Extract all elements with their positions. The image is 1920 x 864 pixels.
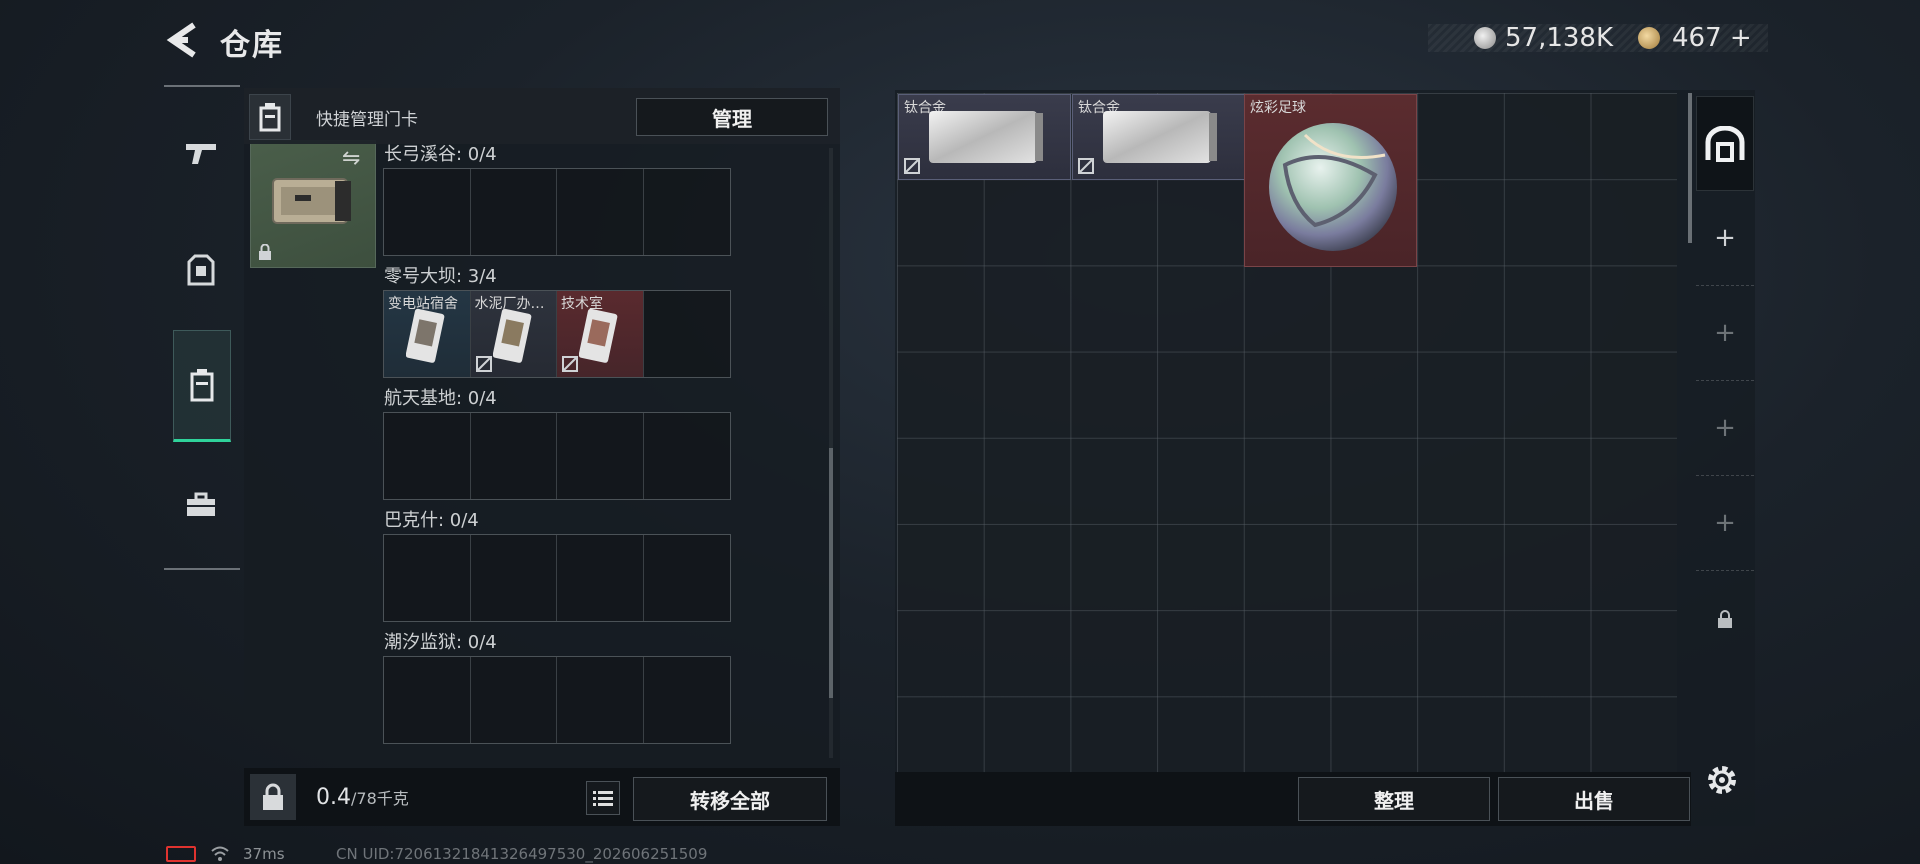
- toolbox-icon: [187, 492, 215, 516]
- rail-tab-armor[interactable]: [172, 220, 230, 320]
- container-lock-button[interactable]: [250, 774, 296, 820]
- battery-icon: [166, 846, 196, 862]
- keycard-icon: [579, 308, 618, 363]
- locked-stash-page[interactable]: [1696, 571, 1754, 666]
- stash-item-titanium[interactable]: 钛合金: [1072, 94, 1245, 180]
- card-slot[interactable]: [557, 413, 644, 499]
- add-stash-page-icon[interactable]: +: [1696, 191, 1754, 286]
- no-bind-icon: [562, 356, 578, 372]
- card-slot[interactable]: [384, 169, 471, 255]
- card-slot[interactable]: [644, 535, 731, 621]
- section-label-lingha: 零号大坝: 3/4: [384, 266, 497, 287]
- stash-scrollbar-thumb[interactable]: [1688, 93, 1692, 243]
- keycard-holder-icon: [249, 94, 291, 140]
- card-slot[interactable]: [557, 657, 644, 743]
- no-bind-icon: [904, 158, 920, 174]
- slot-row-hangtian: [383, 412, 731, 500]
- pistol-icon: [186, 144, 216, 164]
- card-slot[interactable]: [471, 413, 557, 499]
- currency2-value[interactable]: 467 +: [1672, 23, 1752, 53]
- slot-row-bakeshi: [383, 534, 731, 622]
- card-slot[interactable]: [557, 535, 644, 621]
- keycard-item[interactable]: 变电站宿舍: [384, 291, 471, 377]
- lock-icon: [263, 783, 283, 810]
- football-icon: [1269, 123, 1397, 251]
- manage-button[interactable]: 管理: [636, 98, 828, 136]
- back-arrow-icon[interactable]: [166, 22, 200, 58]
- card-slot[interactable]: [384, 413, 471, 499]
- card-slot[interactable]: [471, 169, 557, 255]
- vault-icon: [1705, 125, 1745, 162]
- lock-icon: [1718, 609, 1732, 628]
- titanium-plate-icon: [1103, 111, 1217, 163]
- add-stash-page-icon[interactable]: +: [1696, 381, 1754, 476]
- card-slot[interactable]: [471, 535, 557, 621]
- settings-gear-icon[interactable]: [1702, 760, 1742, 800]
- slot-row-lingha: 变电站宿舍 水泥厂办… 技术室: [383, 290, 731, 378]
- slot-row-chaoxi: [383, 656, 731, 744]
- weight-max: /78千克: [351, 789, 409, 808]
- page-title: 仓库: [220, 28, 284, 63]
- card-slot[interactable]: [644, 657, 731, 743]
- rail-tab-keycards[interactable]: [173, 330, 231, 442]
- slot-row-changgong: [383, 168, 731, 256]
- card-slot[interactable]: [644, 169, 731, 255]
- card-slot[interactable]: [644, 291, 731, 377]
- coin-icon: [1474, 27, 1496, 49]
- no-bind-icon: [475, 356, 492, 372]
- section-label-hangtian: 航天基地: 0/4: [384, 388, 497, 409]
- premium-coin-icon: [1638, 27, 1660, 49]
- sell-button[interactable]: 出售: [1498, 777, 1690, 821]
- section-label-bakeshi: 巴克什: 0/4: [384, 510, 479, 531]
- keycard-icon: [406, 308, 445, 363]
- quick-manage-label: 快捷管理门卡: [316, 110, 418, 130]
- card-slot[interactable]: [384, 535, 471, 621]
- titanium-plate-icon: [929, 111, 1043, 163]
- card-slot[interactable]: [384, 657, 471, 743]
- wifi-icon: [211, 846, 229, 861]
- swap-icon[interactable]: ⇋: [342, 146, 360, 171]
- transfer-all-button[interactable]: 转移全部: [633, 777, 827, 821]
- ping-readout: 37ms: [243, 845, 285, 863]
- card-slot[interactable]: [644, 413, 731, 499]
- lock-icon: [259, 244, 271, 260]
- add-stash-page-icon[interactable]: +: [1696, 476, 1754, 571]
- stash-item-football[interactable]: 炫彩足球: [1244, 94, 1417, 267]
- weight-readout: 0.4/78千克: [316, 785, 409, 810]
- section-label-chaoxi: 潮汐监狱: 0/4: [384, 632, 497, 653]
- currency2-amount: 467: [1672, 23, 1722, 53]
- list-icon: [593, 791, 613, 806]
- list-view-button[interactable]: [586, 781, 620, 815]
- sort-button[interactable]: 整理: [1298, 777, 1490, 821]
- currency1-value: 57,138K: [1505, 23, 1614, 53]
- keycard-holder-icon: [190, 369, 214, 402]
- user-uid: CN UID:72061321841326497530_202606251509: [336, 845, 708, 863]
- card-slot[interactable]: [471, 657, 557, 743]
- rail-tab-weapons[interactable]: [172, 103, 230, 203]
- weight-value: 0.4: [316, 785, 351, 810]
- rail-tab-tools[interactable]: [172, 455, 230, 555]
- keycard-icon: [492, 308, 531, 363]
- stash-page-tabs: + + + +: [1696, 96, 1754, 628]
- stash-item-titanium[interactable]: 钛合金: [898, 94, 1071, 180]
- currency2-add-button[interactable]: +: [1730, 23, 1752, 53]
- keycard-item[interactable]: 技术室: [557, 291, 644, 377]
- stash-tab-main[interactable]: [1696, 96, 1754, 191]
- keycard-item[interactable]: 水泥厂办…: [470, 291, 557, 377]
- add-stash-page-icon[interactable]: +: [1696, 286, 1754, 381]
- card-slot[interactable]: [557, 169, 644, 255]
- armor-icon: [187, 254, 215, 286]
- no-bind-icon: [1078, 158, 1094, 174]
- left-scrollbar-thumb[interactable]: [829, 448, 833, 698]
